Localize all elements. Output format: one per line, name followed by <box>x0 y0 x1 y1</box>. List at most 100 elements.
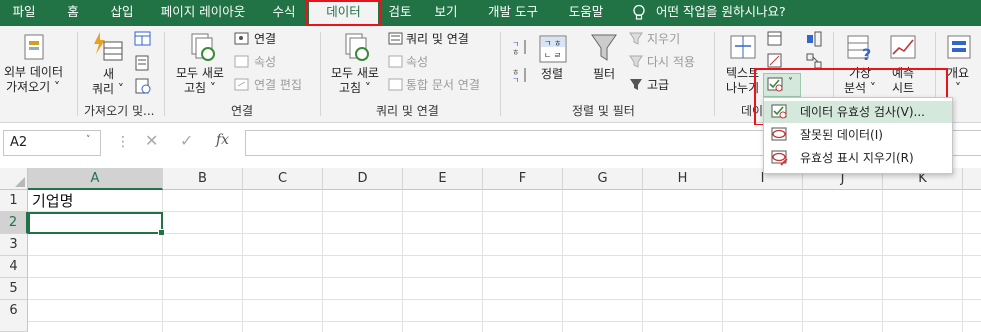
worksheet-grid: A B C D E F G H I J K 1 2 3 4 5 6 기업명 <box>0 162 981 332</box>
refresh-all-2-button[interactable]: 모두 새로 <box>331 66 379 81</box>
reapply-button[interactable]: 다시 적용 <box>647 55 695 70</box>
outline-caret[interactable]: ˅ <box>955 81 961 96</box>
name-box-chevron-down-icon[interactable]: ˅ <box>86 135 91 145</box>
queries-connections-button[interactable]: 쿼리 및 연결 <box>406 32 469 47</box>
column-header-G[interactable]: G <box>563 168 643 190</box>
workbook-links-icon <box>388 78 403 91</box>
column-header-E[interactable]: E <box>403 168 483 190</box>
clear-filter-icon <box>629 32 643 45</box>
menu-item-circle-invalid-data[interactable]: 잘못된 데이터(I) <box>764 124 952 146</box>
cell-A1[interactable]: 기업명 <box>32 190 73 212</box>
svg-text:ㄱ: ㄱ <box>512 76 519 84</box>
advanced-button[interactable]: 고급 <box>647 78 669 93</box>
tell-me-box[interactable]: 어떤 작업을 원하시나요? <box>656 0 806 26</box>
refresh-all-caret[interactable]: 고침 ˅ <box>184 81 216 96</box>
data-validation-icon <box>771 104 787 119</box>
menu-item-label: 데이터 유효성 검사(V)... <box>800 105 925 119</box>
sort-descending-icon[interactable]: ㅎㄱ <box>512 66 528 84</box>
refresh-all-button[interactable]: 모두 새로 <box>176 66 224 81</box>
from-text-icon[interactable] <box>134 55 152 71</box>
row-header-4[interactable]: 4 <box>0 256 28 278</box>
data-validation-menu: 데이터 유효성 검사(V)... 잘못된 데이터(I) 유효성 표시 지우기(R… <box>763 97 953 174</box>
group-get-transform-label: 가져오기 및... <box>84 104 155 118</box>
ribbon-tab-bar: 파일 홈 삽입 페이지 레이아웃 수식 데이터 검토 보기 개발 도구 도움말 … <box>0 0 981 26</box>
remove-duplicates-icon[interactable] <box>767 53 783 69</box>
external-data-button[interactable]: 외부 데이터 <box>4 65 63 80</box>
column-header-F[interactable]: F <box>483 168 563 190</box>
column-header-C[interactable]: C <box>243 168 323 190</box>
flash-fill-icon[interactable] <box>767 31 783 47</box>
cell-A2-selected[interactable] <box>28 212 165 236</box>
group-data-tools-label: 데이 <box>741 104 764 118</box>
refresh-all-2-caret[interactable]: 고침 ˅ <box>339 81 371 96</box>
connections-icon <box>234 32 249 45</box>
whatif-analysis-icon: ? <box>847 35 871 64</box>
menu-item-data-validation[interactable]: 데이터 유효성 검사(V)... <box>764 101 952 123</box>
svg-text:ㅎ: ㅎ <box>554 39 561 48</box>
queries-connections-icon <box>388 32 403 45</box>
row-header-3[interactable]: 3 <box>0 234 28 256</box>
column-header-D[interactable]: D <box>323 168 403 190</box>
whatif-analysis-caret[interactable]: 분석 ˅ <box>844 81 876 96</box>
new-query-button[interactable]: 새 <box>103 67 114 82</box>
menu-item-clear-validation-circles[interactable]: 유효성 표시 지우기(R) <box>764 147 952 169</box>
tab-page-layout[interactable]: 페이지 레이아웃 <box>150 0 256 26</box>
insert-function-icon[interactable]: fx <box>216 132 229 148</box>
forecast-sheet-icon <box>890 35 916 59</box>
text-to-columns-button[interactable]: 텍스트 <box>726 66 759 81</box>
svg-text:ㄱ: ㄱ <box>544 39 551 48</box>
tab-developer[interactable]: 개발 도구 <box>478 0 548 26</box>
edit-links-button[interactable]: 연결 편집 <box>254 78 302 93</box>
connections-button[interactable]: 연결 <box>254 32 276 47</box>
filter-icon <box>591 34 617 61</box>
sort-button[interactable]: 정렬 <box>541 67 563 82</box>
tab-insert[interactable]: 삽입 <box>100 0 144 26</box>
row-header-6[interactable]: 6 <box>0 300 28 332</box>
group-sort-filter-label: 정렬 및 필터 <box>572 104 635 118</box>
consolidate-icon[interactable] <box>806 31 822 47</box>
tab-data[interactable]: 데이터 <box>309 0 378 26</box>
tab-help[interactable]: 도움말 <box>560 0 612 26</box>
row-header-1[interactable]: 1 <box>0 190 28 212</box>
properties-button[interactable]: 속성 <box>254 55 276 70</box>
row-header-5[interactable]: 5 <box>0 278 28 300</box>
tab-view[interactable]: 보기 <box>428 0 464 26</box>
column-header-H[interactable]: H <box>643 168 723 190</box>
external-data-icon <box>24 34 44 60</box>
reapply-icon <box>629 55 643 68</box>
new-query-caret[interactable]: 쿼리 ˅ <box>92 82 124 97</box>
column-header-B[interactable]: B <box>163 168 243 190</box>
row-header-2[interactable]: 2 <box>0 212 28 234</box>
clear-button[interactable]: 지우기 <box>647 32 680 47</box>
text-to-columns-icon <box>730 35 756 59</box>
filter-button[interactable]: 필터 <box>593 67 615 82</box>
forecast-sheet-button-line2[interactable]: 시트 <box>892 81 914 96</box>
tab-home[interactable]: 홈 <box>56 0 90 26</box>
tab-formulas[interactable]: 수식 <box>264 0 304 26</box>
tab-review[interactable]: 검토 <box>382 0 418 26</box>
sort-ascending-icon[interactable]: ㄱㅎ <box>512 38 528 56</box>
svg-text:ㅎ: ㅎ <box>512 48 519 56</box>
column-header-L[interactable] <box>963 168 981 190</box>
tab-file[interactable]: 파일 <box>4 0 44 26</box>
group-queries-connections-label: 쿼리 및 연결 <box>376 104 439 118</box>
circle-invalid-data-icon <box>771 127 787 141</box>
properties-2-icon <box>388 55 403 68</box>
from-table-icon[interactable] <box>134 31 152 47</box>
data-validation-split-button[interactable]: ˅ <box>763 73 801 97</box>
cancel-icon[interactable]: ✕ <box>145 131 158 150</box>
text-to-columns-button-line2[interactable]: 나누기 <box>726 81 759 96</box>
external-data-button-caret[interactable]: 가져오기 ˅ <box>6 80 60 95</box>
select-all-corner[interactable] <box>0 168 28 190</box>
menu-item-label: 잘못된 데이터(I) <box>800 128 883 142</box>
enter-icon[interactable]: ✓ <box>180 131 193 150</box>
whatif-analysis-button[interactable]: 가상 <box>849 66 871 81</box>
workbook-links-button[interactable]: 통합 문서 연결 <box>406 78 480 93</box>
outline-button[interactable]: 개요 <box>947 66 969 81</box>
forecast-sheet-button[interactable]: 예측 <box>892 66 914 81</box>
relationships-icon[interactable] <box>806 53 822 69</box>
column-header-A[interactable]: A <box>28 168 163 190</box>
fill-handle[interactable] <box>158 229 165 236</box>
recent-sources-icon[interactable] <box>134 78 152 94</box>
properties-2-button[interactable]: 속성 <box>406 55 428 70</box>
